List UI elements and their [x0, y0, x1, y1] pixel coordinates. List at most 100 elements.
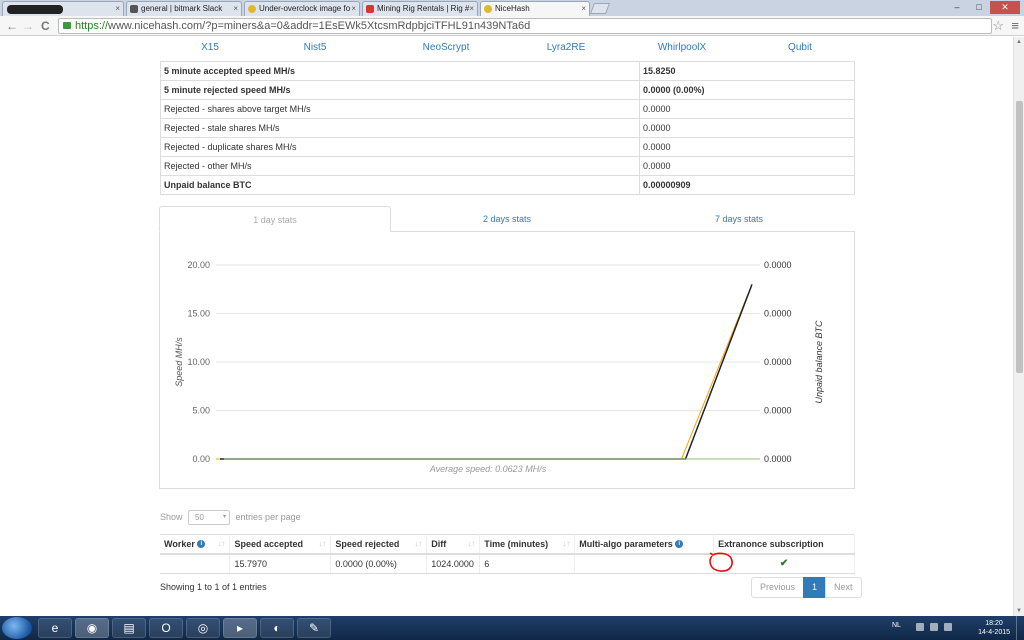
page-1-button[interactable]: 1: [803, 577, 827, 598]
col-label: Diff: [431, 538, 447, 549]
stat-label: Rejected - duplicate shares MH/s: [160, 137, 640, 157]
table-row: Unpaid balance BTC 0.00000909: [160, 175, 855, 195]
tray-icon[interactable]: [916, 623, 924, 631]
cell-diff: 1024.0000: [426, 553, 481, 574]
bookmark-star-icon[interactable]: ☆: [992, 18, 1004, 34]
algo-link-neoscrypt[interactable]: NeoScrypt: [386, 42, 506, 53]
tab-bitmark-slack[interactable]: general | bitmark Slack ×: [126, 1, 242, 16]
table-row: 5 minute accepted speed MH/s 15.8250: [160, 61, 855, 81]
info-icon[interactable]: i: [675, 540, 684, 549]
col-header-worker[interactable]: Worker i ↓↑: [160, 534, 231, 555]
back-button[interactable]: ←: [6, 18, 18, 34]
windows-taskbar: e ◉ ▤ O ◎ ▸ ◐ ✎ NL 18:20 14-4-2015: [0, 616, 1024, 640]
tab-redacted[interactable]: ×: [2, 1, 124, 16]
cell-speed-accepted: 15.7970: [229, 553, 332, 574]
col-header-speed-accepted[interactable]: Speed accepted ↓↑: [229, 534, 332, 555]
terminal-icon[interactable]: ▸: [223, 618, 257, 638]
entries-per-page-select[interactable]: 50 ▾: [188, 510, 231, 525]
stat-value: 0.0000: [639, 99, 855, 119]
close-window-button[interactable]: ✕: [990, 1, 1020, 14]
forward-button[interactable]: →: [22, 18, 34, 34]
length-suffix: entries per page: [235, 511, 301, 522]
algo-link-lyra2re[interactable]: Lyra2RE: [506, 42, 626, 53]
tab-nicehash[interactable]: NiceHash ×: [480, 1, 590, 16]
volume-icon[interactable]: [944, 623, 952, 631]
tab-close-icon[interactable]: ×: [351, 2, 356, 15]
previous-page-button[interactable]: Previous: [751, 577, 805, 598]
algo-link-whirlpoolx[interactable]: WhirlpoolX: [622, 42, 742, 53]
browser-tab-strip: × general | bitmark Slack × Under-overcl…: [0, 0, 1024, 16]
col-header-speed-rejected[interactable]: Speed rejected ↓↑: [330, 534, 428, 555]
col-header-time[interactable]: Time (minutes) ↓↑: [479, 534, 576, 555]
start-button[interactable]: [2, 617, 32, 639]
col-label: Extranonce subscription: [718, 538, 824, 549]
series-line-1: [216, 293, 749, 460]
table-row: 5 minute rejected speed MH/s 0.0000 (0.00…: [160, 80, 855, 100]
stat-value: 0.00000909: [639, 175, 855, 195]
show-desktop-button[interactable]: [1016, 616, 1024, 640]
chart-tabs: 1 day stats 2 days stats 7 days stats: [159, 206, 855, 232]
y2-tick-label: 0.0000: [764, 406, 792, 416]
teamviewer-icon[interactable]: ◐: [260, 618, 294, 638]
tab-close-icon[interactable]: ×: [115, 2, 120, 15]
algo-link-nist5[interactable]: Nist5: [255, 42, 375, 53]
rig-favicon-icon: [366, 5, 374, 13]
file-explorer-icon[interactable]: ▤: [112, 618, 146, 638]
scroll-down-icon[interactable]: ▼: [1016, 608, 1022, 614]
speed-chart: 0.00 0.0000 5.00 0.0000 10.00 0.0000 15.00 0.00…: [174, 260, 824, 474]
scroll-up-icon[interactable]: ▲: [1016, 39, 1022, 45]
scroll-thumb[interactable]: [1016, 101, 1023, 373]
tab-label: general | bitmark Slack: [141, 4, 223, 13]
col-header-multi-algo[interactable]: Multi-algo parameters i: [574, 534, 715, 555]
sort-icon: ↓↑: [414, 539, 423, 548]
pagination: Previous 1 Next: [751, 577, 862, 598]
algorithm-nav: X15 Nist5 NeoScrypt Lyra2RE WhirlpoolX Q…: [150, 42, 860, 56]
chevron-down-icon: ▾: [223, 514, 227, 520]
tab-2-days-stats[interactable]: 2 days stats: [391, 206, 623, 232]
system-clock[interactable]: 18:20 14-4-2015: [978, 619, 1010, 637]
sort-icon: ↓↑: [562, 539, 571, 548]
worker-table: Worker i ↓↑ Speed accepted ↓↑ Speed reject…: [160, 534, 855, 574]
new-tab-button[interactable]: [589, 3, 611, 14]
url-input[interactable]: https://www.nicehash.com/?p=miners&a=0&a…: [58, 18, 992, 34]
address-toolbar: ← → C https://www.nicehash.com/?p=miners…: [0, 16, 1024, 36]
red-annotation-circle: [709, 552, 733, 572]
table-row: Rejected - shares above target MH/s 0.000…: [160, 99, 855, 119]
tab-mining-rig-rentals[interactable]: Mining Rig Rentals | Rig # ×: [362, 1, 478, 16]
reload-button[interactable]: C: [41, 18, 50, 34]
tab-close-icon[interactable]: ×: [581, 2, 586, 15]
minimize-button[interactable]: –: [946, 1, 968, 14]
outlook-icon[interactable]: O: [149, 618, 183, 638]
paint-icon[interactable]: ✎: [297, 618, 331, 638]
chrome-icon[interactable]: ◉: [75, 618, 109, 638]
nicehash-favicon-icon: [484, 5, 492, 13]
tab-close-icon[interactable]: ×: [233, 2, 238, 15]
firefox-icon[interactable]: ◎: [186, 618, 220, 638]
y2-tick-label: 0.0000: [764, 357, 792, 367]
col-label: Speed accepted: [234, 538, 303, 549]
clock-date: 14-4-2015: [978, 629, 1010, 636]
algo-link-qubit[interactable]: Qubit: [740, 42, 860, 53]
url-text: www.nicehash.com/?p=miners&a=0&addr=1EsE…: [108, 20, 531, 32]
y-tick-label: 5.00: [192, 406, 210, 416]
internet-explorer-icon[interactable]: e: [38, 618, 72, 638]
tab-close-icon[interactable]: ×: [469, 2, 474, 15]
browser-menu-icon[interactable]: ≡: [1011, 18, 1019, 34]
algo-link-x15[interactable]: X15: [150, 42, 270, 53]
page-viewport: X15 Nist5 NeoScrypt Lyra2RE WhirlpoolX Q…: [0, 37, 1013, 616]
page-scrollbar[interactable]: ▲ ▼: [1013, 37, 1024, 616]
tab-7-days-stats[interactable]: 7 days stats: [623, 206, 855, 232]
entries-per-page-value: 50: [195, 513, 204, 522]
maximize-button[interactable]: □: [968, 1, 990, 14]
network-icon[interactable]: [930, 623, 938, 631]
info-icon[interactable]: i: [197, 540, 206, 549]
language-indicator[interactable]: NL: [892, 622, 901, 629]
sort-icon: ↓↑: [318, 539, 327, 548]
next-page-button[interactable]: Next: [825, 577, 862, 598]
col-label: Multi-algo parameters: [579, 538, 673, 549]
tab-1-day-stats[interactable]: 1 day stats: [159, 206, 391, 232]
table-header-row: Worker i ↓↑ Speed accepted ↓↑ Speed reject…: [160, 534, 855, 555]
y-tick-label: 15.00: [187, 309, 210, 319]
col-header-diff[interactable]: Diff ↓↑: [426, 534, 481, 555]
tab-under-overclock[interactable]: Under-overclock image fo ×: [244, 1, 360, 16]
